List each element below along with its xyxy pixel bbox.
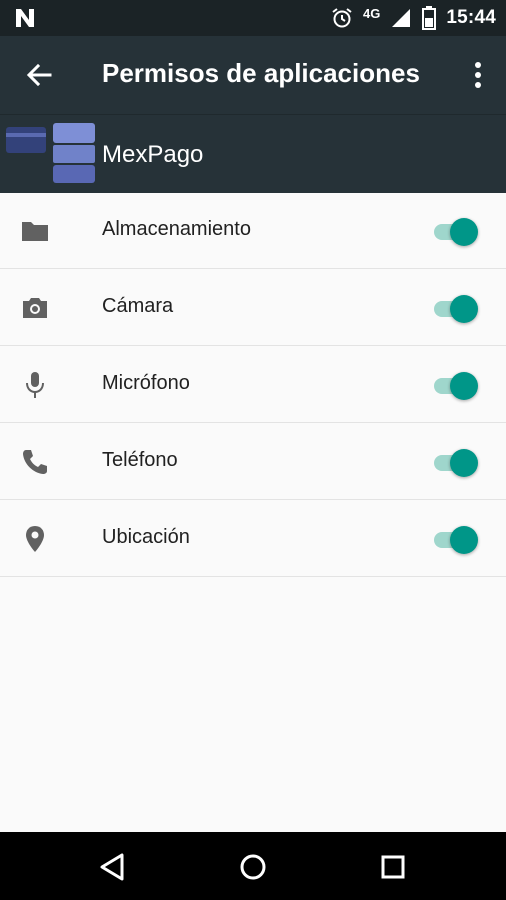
notification-n-icon xyxy=(16,9,34,27)
permission-row-microphone[interactable]: Micrófono xyxy=(0,346,506,423)
microphone-toggle[interactable] xyxy=(432,368,482,402)
folder-icon xyxy=(22,222,48,241)
permission-row-storage[interactable]: Almacenamiento xyxy=(0,192,506,269)
camera-toggle[interactable] xyxy=(432,291,482,325)
permission-row-location[interactable]: Ubicación xyxy=(0,500,506,577)
toggle-thumb xyxy=(450,295,478,323)
clock: 15:44 xyxy=(446,7,496,28)
permissions-list: Almacenamiento Cámara Micrófono Teléfono… xyxy=(0,192,506,577)
network-type: 4G xyxy=(363,5,381,21)
signal-icon xyxy=(392,9,411,27)
alarm-icon xyxy=(332,8,352,28)
page-title: Permisos de aplicaciones xyxy=(102,58,420,88)
status-icons: 4G 15:44 xyxy=(331,0,496,36)
toggle-thumb xyxy=(450,372,478,400)
navigation-bar xyxy=(0,832,506,900)
toggle-thumb xyxy=(450,218,478,246)
battery-icon xyxy=(422,6,437,30)
home-circle-icon[interactable] xyxy=(236,850,270,884)
app-bar: Permisos de aplicaciones xyxy=(0,36,506,114)
toggle-thumb xyxy=(450,449,478,477)
phone-toggle[interactable] xyxy=(432,445,482,479)
permission-label: Almacenamiento xyxy=(102,218,251,240)
camera-icon xyxy=(23,298,47,318)
status-bar: 4G 15:44 xyxy=(0,0,506,36)
mexpago-logo xyxy=(6,123,95,183)
phone-icon xyxy=(23,450,47,474)
permission-label: Teléfono xyxy=(102,449,178,471)
location-toggle[interactable] xyxy=(432,522,482,556)
app-header: MexPago xyxy=(0,114,506,193)
storage-toggle[interactable] xyxy=(432,214,482,248)
permission-row-phone[interactable]: Teléfono xyxy=(0,423,506,500)
toggle-thumb xyxy=(450,526,478,554)
permission-label: Ubicación xyxy=(102,526,190,548)
recents-square-icon[interactable] xyxy=(376,850,410,884)
back-triangle-icon[interactable] xyxy=(96,850,130,884)
location-pin-icon xyxy=(26,526,44,552)
permission-row-camera[interactable]: Cámara xyxy=(0,269,506,346)
app-name: MexPago xyxy=(102,141,204,168)
more-vert-icon[interactable] xyxy=(468,60,488,90)
permission-label: Cámara xyxy=(102,295,174,317)
back-arrow-icon[interactable] xyxy=(22,58,56,92)
permission-label: Micrófono xyxy=(102,372,190,394)
microphone-icon xyxy=(26,372,44,398)
